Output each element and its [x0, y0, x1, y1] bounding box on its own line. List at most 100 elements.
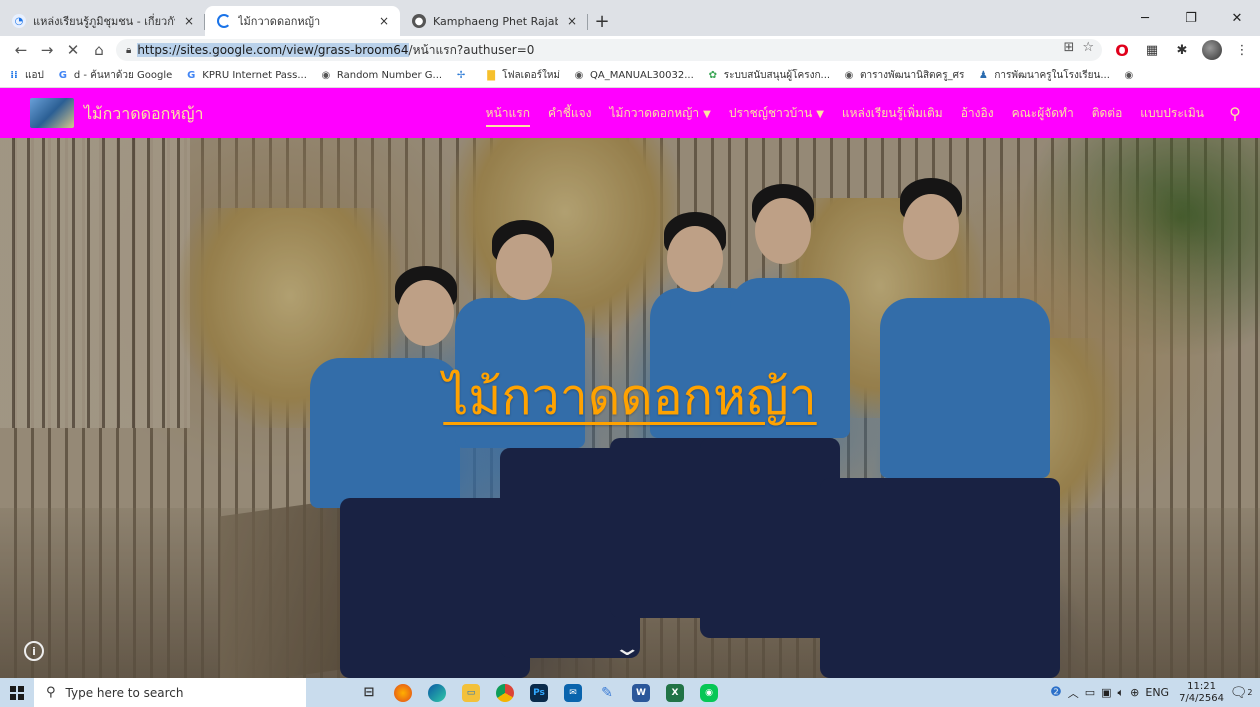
help-icon[interactable]: ❷ — [1050, 685, 1062, 700]
taskbar-apps: ⊟ ▭ Ps ✉ ✎ W X ◉ — [354, 678, 724, 707]
network-icon[interactable]: ▣ — [1101, 686, 1111, 699]
maximize-button[interactable]: ❐ — [1168, 0, 1214, 36]
nav-explanation[interactable]: คำชี้แจง — [548, 104, 592, 123]
language-indicator[interactable]: ENG — [1145, 686, 1169, 699]
close-tab-icon[interactable]: × — [564, 14, 580, 28]
opera-extension-icon[interactable]: O — [1112, 40, 1132, 60]
bookmark-pinwheel[interactable]: ✢ — [455, 70, 472, 82]
globe-icon: ◉ — [1124, 70, 1134, 81]
apps-grid-icon: ⁞⁞ — [10, 70, 18, 81]
mail-icon[interactable]: ✉ — [558, 678, 588, 707]
nav-local-sage[interactable]: ปราชญ์ชาวบ้าน ▼ — [729, 104, 824, 123]
pen-icon[interactable]: ✎ — [592, 678, 622, 707]
notification-count: 2 — [1247, 688, 1253, 697]
bookmarks-bar: ⁞⁞ แอป Gd - ค้นหาด้วย Google G KPRU Intern… — [0, 64, 1260, 88]
minimize-button[interactable]: ─ — [1122, 0, 1168, 36]
browser-tab-3[interactable]: ● Kamphaeng Phet Rajabhat Unive × — [400, 6, 588, 36]
address-bar[interactable]: 🔒︎ https://sites.google.com/view/grass-b… — [116, 39, 1102, 61]
photoshop-icon[interactable]: Ps — [524, 678, 554, 707]
back-button[interactable]: ← — [8, 37, 34, 63]
stop-button[interactable]: ✕ — [60, 37, 86, 63]
menu-kebab-icon[interactable]: ⋮ — [1232, 40, 1252, 60]
close-window-button[interactable]: ✕ — [1214, 0, 1260, 36]
google-icon: G — [187, 70, 196, 81]
tab-title: ไม้กวาดดอกหญ้า — [238, 15, 321, 28]
close-tab-icon[interactable]: × — [376, 14, 392, 28]
nav-label: ไม้กวาดดอกหญ้า — [609, 105, 700, 120]
university-icon: ● — [412, 14, 426, 28]
tab-title: Kamphaeng Phet Rajabhat Unive — [433, 14, 558, 28]
bookmark-apps[interactable]: ⁞⁞ แอป — [8, 68, 44, 83]
firefox-icon[interactable] — [388, 678, 418, 707]
globe-icon: ◉ — [321, 70, 331, 81]
forward-button[interactable]: → — [34, 37, 60, 63]
bookmark-random-number[interactable]: ◉ Random Number G... — [320, 70, 443, 82]
puzzle-extensions-icon[interactable]: ✱ — [1172, 40, 1192, 60]
excel-icon[interactable]: X — [660, 678, 690, 707]
nav-home[interactable]: หน้าแรก — [485, 104, 531, 127]
bookmark-support-system[interactable]: ✿ ระบบสนับสนุนผู้โครงก... — [707, 68, 830, 83]
chrome-icon[interactable] — [490, 678, 520, 707]
scroll-down-chevron-icon[interactable]: ⌄ — [612, 636, 642, 661]
bookmark-label: ระบบสนับสนุนผู้โครงก... — [723, 70, 831, 81]
edge-icon[interactable] — [422, 678, 452, 707]
file-explorer-icon[interactable]: ▭ — [456, 678, 486, 707]
battery-icon[interactable]: ▭ — [1085, 686, 1095, 699]
taskbar-search-box[interactable]: ⚲ Type here to search — [34, 678, 306, 707]
bookmark-schedule[interactable]: ◉ ตารางพัฒนานิสิตครู_ศร — [843, 68, 965, 83]
task-view-icon[interactable]: ⊟ — [354, 678, 384, 707]
url-selected-text: https://sites.google.com/view/grass-broo… — [137, 43, 409, 57]
nav-evaluation[interactable]: แบบประเมิน — [1140, 104, 1204, 123]
translate-icon[interactable]: ⊞ — [1063, 40, 1074, 55]
new-tab-button[interactable]: + — [588, 6, 616, 36]
notification-center-icon[interactable]: 🗨︎ 2 — [1230, 683, 1253, 703]
language-globe-icon[interactable]: ⊕ — [1130, 686, 1139, 699]
bookmark-kpru[interactable]: G KPRU Internet Pass... — [185, 70, 307, 82]
volume-icon[interactable]: 🔈︎ — [1118, 686, 1125, 700]
bookmark-globe[interactable]: ◉ — [1123, 70, 1140, 82]
bookmark-qa-manual[interactable]: ◉ QA_MANUAL30032... — [573, 70, 694, 82]
site-search-icon[interactable]: ⚲ — [1224, 102, 1246, 124]
grid-extension-icon[interactable]: ▦ — [1142, 40, 1162, 60]
home-button[interactable]: ⌂ — [86, 37, 112, 63]
nav-contact[interactable]: ติดต่อ — [1092, 104, 1123, 123]
browser-tab-1[interactable]: ◔ แหล่งเรียนรู้ภูมิชุมชน - เกี่ยวกับโครง… — [0, 6, 205, 36]
chevron-up-icon[interactable]: ︿ — [1068, 685, 1079, 701]
bookmark-folder[interactable]: ▇ โฟลเดอร์ใหม่ — [485, 68, 560, 83]
bookmark-label: โฟลเดอร์ใหม่ — [502, 70, 561, 81]
clock-time: 11:21 — [1187, 680, 1216, 692]
close-tab-icon[interactable]: × — [181, 14, 197, 28]
profile-avatar[interactable] — [1202, 40, 1222, 60]
chevron-down-icon: ▼ — [703, 108, 711, 120]
nav-authors[interactable]: คณะผู้จัดทำ — [1012, 104, 1074, 123]
lock-icon: 🔒︎ — [126, 44, 132, 56]
extensions-area: O ▦ ✱ ⋮ — [1112, 38, 1252, 62]
site-logo[interactable] — [30, 98, 74, 128]
clock[interactable]: 11:21 7/4/2564 — [1179, 681, 1224, 705]
tab-title: แหล่งเรียนรู้ภูมิชุมชน - เกี่ยวกับโครงกา… — [33, 15, 175, 28]
site-header: ไม้กวาดดอกหญ้า หน้าแรก คำชี้แจง ไม้กวาดด… — [0, 88, 1260, 138]
bookmark-star-icon[interactable]: ☆ — [1082, 40, 1094, 55]
tab-strip: ◔ แหล่งเรียนรู้ภูมิชุมชน - เกี่ยวกับโครง… — [0, 0, 1260, 36]
site-title[interactable]: ไม้กวาดดอกหญ้า — [84, 102, 204, 127]
bookmark-teacher-dev[interactable]: ♟ การพัฒนาครูในโรงเรียน... — [977, 68, 1110, 83]
start-button[interactable] — [0, 678, 34, 707]
hero-title[interactable]: ไม้กวาดดอกหญ้า — [0, 358, 1260, 437]
globe-icon: ◉ — [574, 70, 584, 81]
nav-more-resources[interactable]: แหล่งเรียนรู้เพิ่มเติม — [842, 104, 943, 123]
search-icon: ⚲ — [46, 685, 56, 700]
word-icon[interactable]: W — [626, 678, 656, 707]
nav-grass-broom[interactable]: ไม้กวาดดอกหญ้า ▼ — [610, 104, 711, 123]
bookmark-label: QA_MANUAL30032... — [590, 70, 694, 81]
nav-label: คำชี้แจง — [547, 105, 592, 120]
line-icon[interactable]: ◉ — [694, 678, 724, 707]
nav-references[interactable]: อ้างอิง — [961, 104, 994, 123]
bookmark-label: ตารางพัฒนานิสิตครู_ศร — [860, 70, 965, 81]
browser-tab-2[interactable]: ไม้กวาดดอกหญ้า × — [205, 6, 400, 36]
taskbar-search-placeholder: Type here to search — [65, 685, 184, 700]
browser-toolbar: ← → ✕ ⌂ 🔒︎ https://sites.google.com/view… — [0, 36, 1260, 64]
bookmark-google-search[interactable]: Gd - ค้นหาด้วย Google — [57, 68, 173, 83]
nav-label: ปราชญ์ชาวบ้าน — [728, 105, 813, 120]
web-page: ไม้กวาดดอกหญ้า หน้าแรก คำชี้แจง ไม้กวาดด… — [0, 88, 1260, 678]
info-icon[interactable]: i — [24, 641, 44, 661]
